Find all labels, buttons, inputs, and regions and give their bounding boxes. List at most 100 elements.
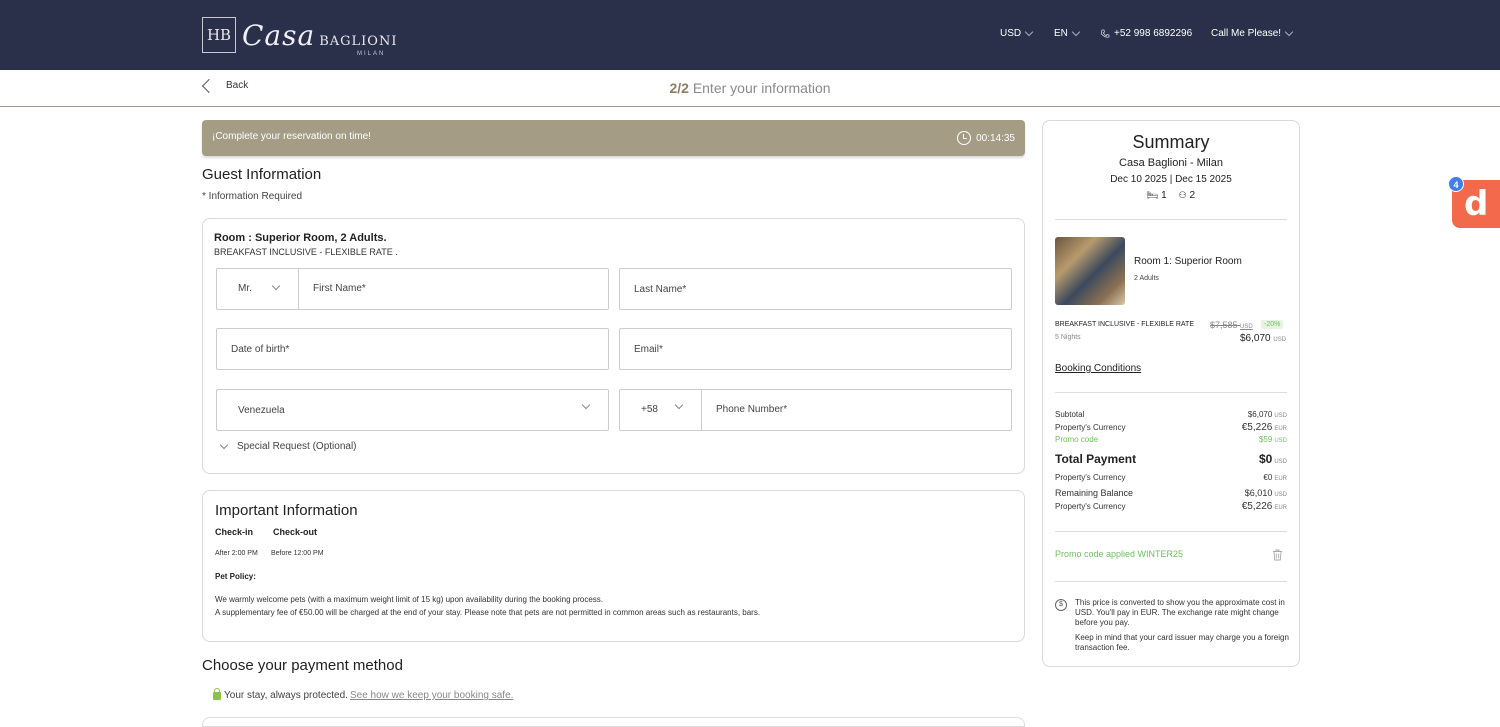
title-value: Mr. (238, 283, 252, 294)
currency-usd: USD (1274, 492, 1287, 498)
total-property-row: Property's Currency €0 EUR (1055, 473, 1287, 482)
remaining-property-row: Property's Currency €5,226 EUR (1055, 501, 1287, 512)
subtotal-label: Subtotal (1055, 410, 1085, 419)
total-row: Total Payment $0 USD (1055, 452, 1287, 466)
remaining-label: Remaining Balance (1055, 488, 1134, 498)
first-name-input[interactable]: First Name* (299, 269, 608, 309)
required-note: * Information Required (202, 191, 303, 202)
chevron-down-icon (271, 281, 281, 291)
last-name-placeholder: Last Name* (634, 283, 687, 295)
summary-room-adults: 2 Adults (1134, 275, 1159, 282)
protection-note: Your stay, always protected. See how we … (213, 687, 513, 701)
logo-casa: Casa (242, 18, 316, 52)
currency-label: USD (1000, 28, 1022, 39)
dial-code-value: +58 (641, 404, 658, 415)
old-price-currency: USD (1240, 324, 1253, 330)
property-currency-label: Property's Currency (1055, 502, 1126, 511)
dial-code-select[interactable]: +58 (620, 390, 701, 430)
old-price: $7,585 USD (1210, 320, 1253, 330)
summary-title: Summary (1132, 132, 1210, 152)
guest-form-card: Room : Superior Room, 2 Adults. BREAKFAS… (202, 218, 1025, 474)
dob-input[interactable]: Date of birth* (216, 328, 609, 370)
timer-value: 00:14:35 (976, 132, 1015, 144)
step-label: Enter your information (692, 80, 831, 96)
checkin-label: Check-in (215, 527, 254, 537)
special-request-toggle[interactable]: Special Request (Optional) (219, 440, 357, 452)
property-currency-row: Property's Currency €5,226 EUR (1055, 422, 1287, 433)
promo-row: Promo code $59 USD (1055, 435, 1287, 444)
booking-conditions-link[interactable]: Booking Conditions (1055, 363, 1141, 374)
chevron-down-icon (581, 400, 591, 410)
checkin-value: After 2:00 PM (215, 550, 258, 557)
trash-icon[interactable] (1272, 549, 1283, 561)
checkout-value: Before 12:00 PM (271, 550, 324, 557)
pet-policy-label: Pet Policy: (215, 572, 256, 581)
promo-value: $59 (1258, 435, 1273, 444)
hotel-logo[interactable]: HB Casa BAGLIONI MILAN (202, 14, 398, 57)
lock-icon (213, 687, 221, 700)
total-label: Total Payment (1055, 452, 1137, 466)
call-me-label: Call Me Please! (1211, 28, 1282, 39)
logo-baglioni: BAGLIONI (319, 33, 398, 49)
rate-name: BREAKFAST INCLUSIVE - FLEXIBLE RATE (1055, 321, 1195, 328)
rooms-count: 1 (1161, 190, 1167, 201)
promo-label: Promo code (1055, 435, 1099, 444)
currency-eur: EUR (1274, 476, 1287, 482)
room-thumbnail (1055, 237, 1125, 305)
notification-count: 4 (1448, 176, 1464, 192)
chevron-down-icon (219, 440, 229, 449)
payment-card (202, 717, 1025, 727)
timer-message: ¡Complete your reservation on time! (212, 131, 371, 142)
back-button[interactable]: Back (201, 78, 248, 93)
currency-info-icon: $ (1055, 599, 1067, 611)
room-rate: BREAKFAST INCLUSIVE - FLEXIBLE RATE . (214, 247, 398, 257)
important-info-card: Important Information Check-in Check-out… (202, 490, 1025, 642)
currency-note: This price is converted to show you the … (1075, 598, 1285, 627)
summary-panel: Summary Casa Baglioni - Milan Dec 10 202… (1042, 120, 1300, 667)
summary-room-name: Room 1: Superior Room (1134, 256, 1242, 267)
language-selector[interactable]: EN (1054, 27, 1081, 39)
subtotal-value: $6,070 (1247, 410, 1273, 419)
property-currency-label: Property's Currency (1055, 473, 1126, 482)
divider (1055, 531, 1287, 532)
remaining-value: $6,010 (1244, 488, 1273, 498)
last-name-input[interactable]: Last Name* (619, 268, 1012, 310)
logo-milan: MILAN (357, 50, 386, 57)
total-property-value: €0 (1263, 473, 1273, 482)
phone-group: +58 Phone Number* (619, 389, 1012, 431)
subtotal-row: Subtotal $6,070 USD (1055, 410, 1287, 419)
currency-eur: EUR (1274, 505, 1287, 511)
phone-link[interactable]: +52 998 6892296 (1100, 28, 1192, 39)
pet-policy-line2: A supplementary fee of €50.00 will be ch… (215, 608, 761, 617)
guest-info-title: Guest Information (202, 166, 322, 183)
currency-usd: USD (1274, 438, 1287, 444)
country-value: Venezuela (238, 404, 285, 416)
chevron-down-icon (1284, 27, 1294, 37)
email-input[interactable]: Email* (619, 328, 1012, 370)
call-me-dropdown[interactable]: Call Me Please! (1211, 27, 1294, 39)
chevron-left-icon (201, 78, 217, 93)
currency-selector[interactable]: USD (1000, 27, 1034, 39)
special-request-label: Special Request (Optional) (237, 441, 357, 452)
clock-icon (957, 131, 972, 145)
logo-monogram: HB (202, 17, 236, 53)
important-info-title: Important Information (215, 502, 358, 519)
phone-input[interactable]: Phone Number* (702, 390, 1011, 430)
top-header: HB Casa BAGLIONI MILAN USD EN +52 998 689… (0, 0, 1500, 70)
title-select[interactable]: Mr. (217, 269, 298, 309)
property-currency-label: Property's Currency (1055, 423, 1126, 432)
booking-safe-link[interactable]: See how we keep your booking safe. (350, 690, 513, 701)
new-price-value: $6,070 (1240, 333, 1271, 344)
chevron-down-icon (674, 400, 684, 410)
total-value: $0 (1258, 452, 1273, 466)
new-price: $6,070 USD (1240, 333, 1286, 344)
currency-eur: EUR (1274, 426, 1287, 432)
phone-placeholder: Phone Number* (716, 404, 788, 415)
chevron-down-icon (1071, 27, 1081, 37)
payment-method-title: Choose your payment method (202, 657, 403, 674)
pet-policy-line1: We warmly welcome pets (with a maximum w… (215, 595, 604, 604)
old-price-value: $7,585 (1210, 320, 1238, 330)
country-select[interactable]: Venezuela (216, 389, 609, 431)
summary-occupancy: 🛏 1 ⚇ 2 (1043, 190, 1299, 201)
discount-badge: -20% (1261, 320, 1284, 329)
